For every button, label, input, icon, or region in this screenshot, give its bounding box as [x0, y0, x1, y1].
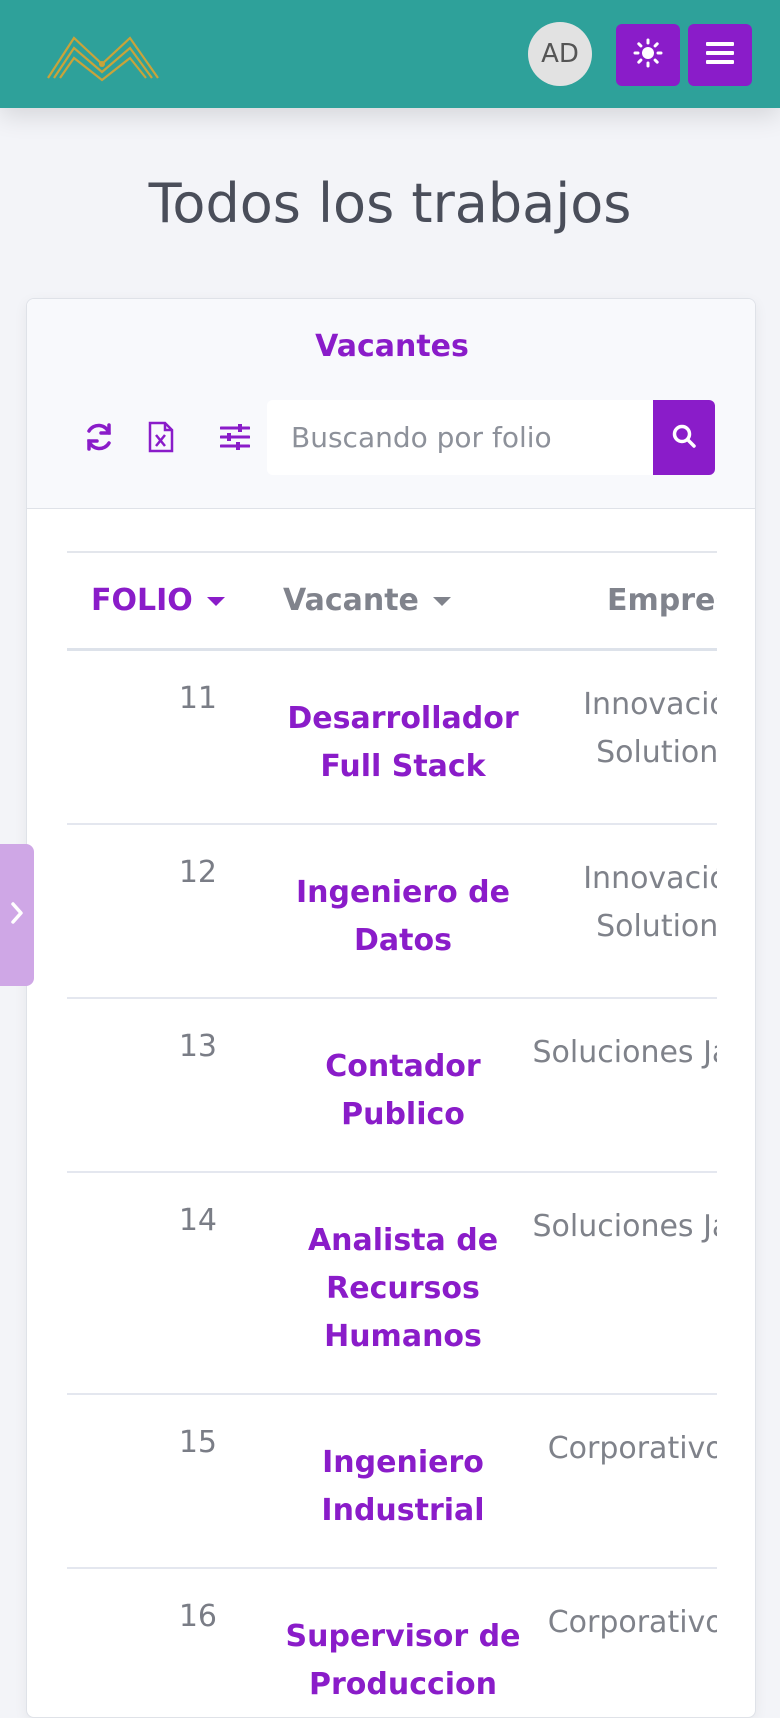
caret-down-icon [206, 597, 225, 606]
sliders-icon[interactable] [215, 417, 255, 457]
cell-empresa: Corporativo MG [547, 1605, 717, 1640]
page-title: Todos los trabajos [148, 172, 632, 235]
search-group [267, 400, 715, 475]
cell-folio: 14 [178, 1203, 217, 1238]
theme-toggle-button[interactable] [616, 24, 680, 86]
vacancies-card: Vacantes Buscando por folio FOLIO Vacant… [26, 298, 756, 1718]
hamburger-menu-icon [706, 41, 734, 69]
sun-icon [633, 38, 663, 72]
column-header-empresa[interactable]: Empresa [607, 583, 717, 618]
column-header-folio[interactable]: FOLIO [91, 583, 225, 618]
user-avatar[interactable]: AD [528, 22, 592, 86]
folio-search-input[interactable] [267, 400, 653, 475]
cell-vacante-link[interactable]: Contador Publico [283, 1043, 523, 1139]
avatar-initials: AD [541, 39, 579, 69]
card-title: Vacantes [315, 329, 469, 364]
table-row[interactable]: 14 Analista de Recursos Humanos Solucion… [67, 1173, 717, 1395]
top-navbar: AD [0, 0, 780, 108]
table-row[interactable]: 12 Ingeniero de Datos Innovación Solutio… [67, 825, 717, 999]
column-header-vacante[interactable]: Vacante [283, 583, 451, 618]
cell-vacante-link[interactable]: Ingeniero Industrial [283, 1439, 523, 1535]
cell-empresa: Soluciones Jalisco [532, 1209, 717, 1244]
cell-empresa: Innovación Solutions [583, 687, 717, 770]
card-header: Vacantes [27, 299, 755, 509]
cell-vacante-link[interactable]: Desarrollador Full Stack [283, 695, 523, 791]
refresh-icon[interactable] [79, 417, 119, 457]
excel-file-icon[interactable] [141, 417, 181, 457]
cell-vacante-link[interactable]: Supervisor de Produccion [283, 1613, 523, 1709]
cell-folio: 13 [178, 1029, 217, 1064]
table-row[interactable]: 11 Desarrollador Full Stack Innovación S… [67, 651, 717, 825]
cell-empresa: Innovación Solutions [583, 861, 717, 944]
cell-folio: 16 [178, 1599, 217, 1634]
table-row[interactable]: 13 Contador Publico Soluciones Jalisco [67, 999, 717, 1173]
cell-folio: 15 [178, 1425, 217, 1460]
cell-folio: 12 [178, 855, 217, 890]
cell-folio: 11 [178, 681, 217, 716]
table-row[interactable]: 16 Supervisor de Produccion Corporativo … [67, 1569, 717, 1717]
caret-down-icon [432, 597, 451, 606]
cell-vacante-link[interactable]: Analista de Recursos Humanos [283, 1217, 523, 1361]
cell-empresa: Soluciones Jalisco [532, 1035, 717, 1070]
chevron-right-icon [9, 900, 25, 930]
vacancies-table: FOLIO Vacante Empresa 11 Desarrollador F… [67, 551, 717, 1717]
search-icon [671, 423, 697, 453]
menu-button[interactable] [688, 24, 752, 86]
table-header: FOLIO Vacante Empresa [67, 551, 717, 651]
cell-empresa: Corporativo MG [547, 1431, 717, 1466]
table-row[interactable]: 15 Ingeniero Industrial Corporativo MG [67, 1395, 717, 1569]
cell-vacante-link[interactable]: Ingeniero de Datos [283, 869, 523, 965]
mountains-logo-icon[interactable] [44, 24, 162, 84]
sidebar-toggle-tab[interactable] [0, 844, 34, 986]
search-button[interactable] [653, 400, 715, 475]
